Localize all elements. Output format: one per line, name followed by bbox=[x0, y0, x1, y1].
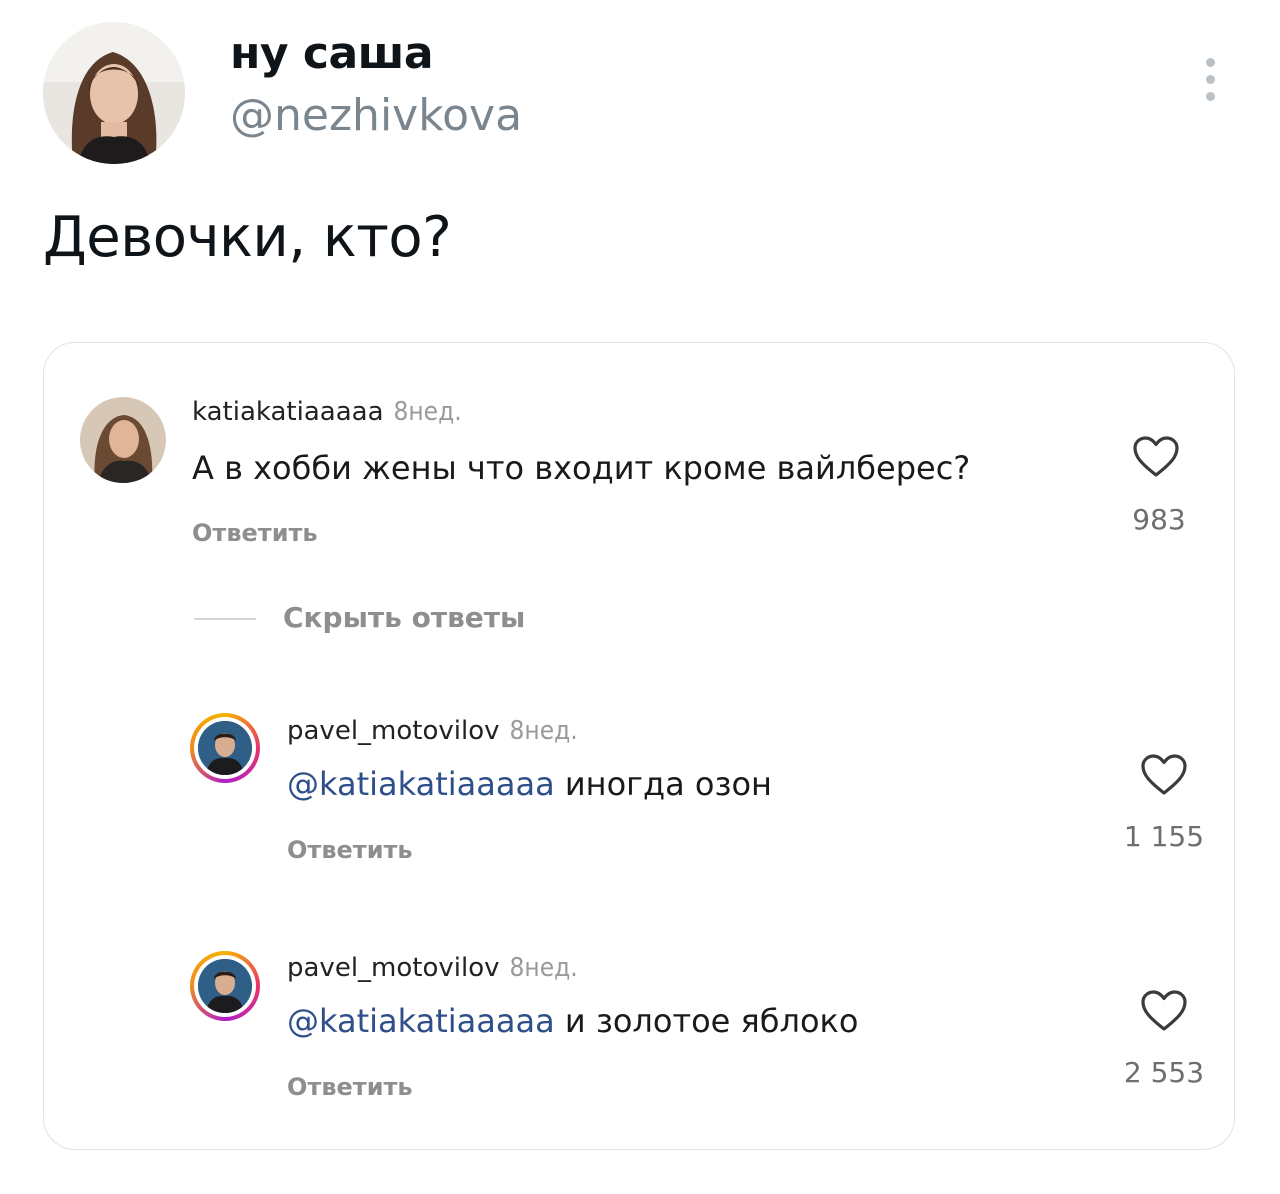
comment-body: А в хобби жены что входит кроме вайлбере… bbox=[192, 449, 971, 487]
tweet-text: Девочки, кто? bbox=[43, 205, 452, 270]
commenter-avatar[interactable] bbox=[80, 397, 166, 483]
comment-username[interactable]: pavel_motovilov 8нед. bbox=[287, 953, 578, 983]
comment-username[interactable]: katiakatiaaaaa 8нед. bbox=[192, 397, 462, 427]
heart-icon[interactable] bbox=[1140, 989, 1188, 1033]
username-text[interactable]: pavel_motovilov bbox=[287, 716, 500, 746]
comment-text: @katiakatiaaaaa иногда озон bbox=[287, 765, 772, 803]
heart-icon[interactable] bbox=[1140, 753, 1188, 797]
heart-icon[interactable] bbox=[1132, 435, 1180, 479]
comment-text: @katiakatiaaaaa и золотое яблоко bbox=[287, 1002, 858, 1040]
reply-button[interactable]: Ответить bbox=[192, 519, 318, 547]
like-count: 983 bbox=[1132, 503, 1186, 536]
reply-button[interactable]: Ответить bbox=[287, 836, 413, 864]
story-ring-avatar[interactable] bbox=[190, 713, 260, 783]
comment-age: 8нед. bbox=[509, 953, 578, 983]
username-text[interactable]: pavel_motovilov bbox=[287, 953, 500, 983]
comment-username[interactable]: pavel_motovilov 8нед. bbox=[287, 716, 578, 746]
author-avatar[interactable] bbox=[43, 22, 185, 164]
replier-avatar bbox=[198, 959, 252, 1013]
author-display-name[interactable]: ну саша bbox=[230, 28, 434, 79]
replies-divider bbox=[194, 618, 256, 620]
mention-link[interactable]: @katiakatiaaaaa bbox=[287, 1002, 555, 1040]
mention-link[interactable]: @katiakatiaaaaa bbox=[287, 765, 555, 803]
comment-text: А в хобби жены что входит кроме вайлбере… bbox=[192, 449, 970, 487]
embedded-comments-card: katiakatiaaaaa 8нед. А в хобби жены что в… bbox=[43, 342, 1235, 1150]
comment-age: 8нед. bbox=[509, 716, 578, 746]
hide-replies-button[interactable]: Скрыть ответы bbox=[283, 601, 525, 634]
author-handle[interactable]: @nezhivkova bbox=[230, 90, 522, 141]
comment-age: 8нед. bbox=[393, 397, 462, 427]
like-count: 2 553 bbox=[1123, 1056, 1205, 1089]
username-text[interactable]: katiakatiaaaaa bbox=[192, 397, 384, 427]
more-vertical-icon[interactable] bbox=[1196, 56, 1224, 106]
comment-body: и золотое яблоко bbox=[564, 1002, 859, 1040]
comment-body: иногда озон bbox=[564, 765, 772, 803]
replier-avatar bbox=[198, 721, 252, 775]
reply-button[interactable]: Ответить bbox=[287, 1073, 413, 1101]
like-count: 1 155 bbox=[1123, 820, 1205, 853]
story-ring-avatar[interactable] bbox=[190, 951, 260, 1021]
